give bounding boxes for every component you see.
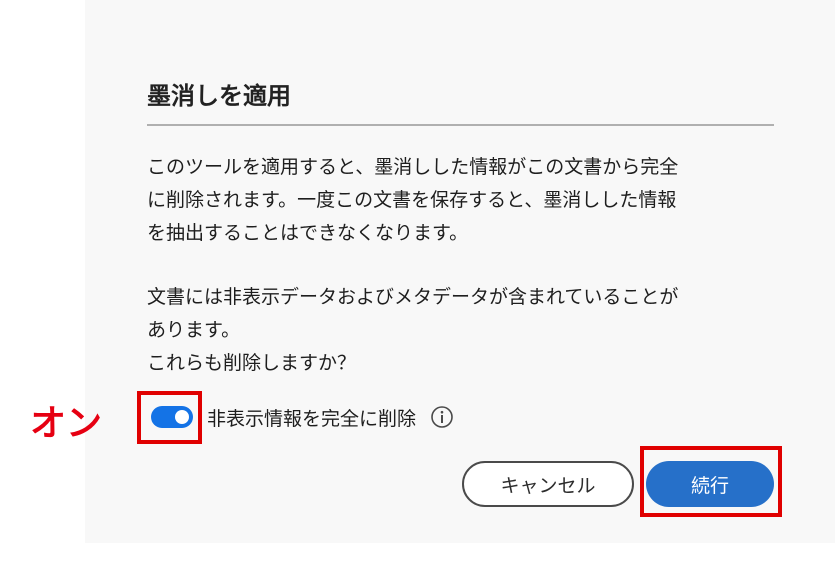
toggle-highlight-box [137, 391, 202, 444]
question-line-3: これらも削除しますか？ [147, 352, 357, 374]
warning-line-1: このツールを適用すると、墨消しした情報がこの文書から完全 [147, 156, 679, 178]
question-line-2: あります。 [147, 319, 241, 341]
hidden-data-question-text: 文書には非表示データおよびメタデータが含まれていることが あります。 これらも削… [147, 281, 777, 380]
page: 墨消しを適用 このツールを適用すると、墨消しした情報がこの文書から完全 に削除さ… [0, 0, 835, 571]
warning-line-3: を抽出することはできなくなります。 [147, 222, 469, 244]
title-divider [147, 124, 774, 126]
dialog-title: 墨消しを適用 [147, 82, 291, 110]
redaction-warning-text: このツールを適用すると、墨消しした情報がこの文書から完全 に削除されます。一度こ… [147, 151, 777, 250]
continue-highlight-box [640, 446, 782, 517]
on-callout-label: オン [30, 403, 103, 444]
warning-line-2: に削除されます。一度この文書を保存すると、墨消しした情報 [147, 189, 677, 211]
info-icon[interactable] [430, 405, 454, 429]
question-line-1: 文書には非表示データおよびメタデータが含まれていることが [147, 286, 679, 308]
remove-hidden-info-label: 非表示情報を完全に削除 [207, 407, 417, 430]
cancel-button[interactable]: キャンセル [462, 461, 634, 507]
